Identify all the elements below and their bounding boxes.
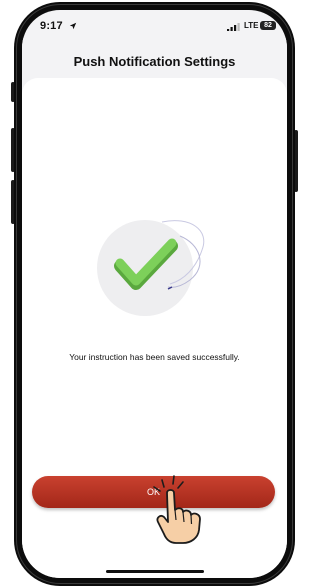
tap-hand-icon [153, 475, 201, 544]
device-mockup: 9:17 LTE 82 Push Notification Settings Y… [0, 0, 299, 587]
network-type: LTE [244, 21, 259, 30]
signal-bars-icon [227, 23, 240, 31]
status-time: 9:17 [40, 20, 63, 32]
header: Push Notification Settings [22, 38, 287, 78]
status-bar: 9:17 LTE 82 [22, 10, 287, 38]
content-panel: Your instruction has been saved successf… [22, 78, 287, 578]
location-arrow-icon [69, 22, 77, 30]
page-title: Push Notification Settings [73, 54, 236, 69]
battery-icon: 82 [260, 21, 276, 30]
success-message: Your instruction has been saved successf… [69, 352, 240, 362]
checkmark-icon [97, 220, 205, 316]
phone-screen: 9:17 LTE 82 Push Notification Settings Y… [22, 10, 287, 578]
home-indicator [106, 570, 204, 573]
